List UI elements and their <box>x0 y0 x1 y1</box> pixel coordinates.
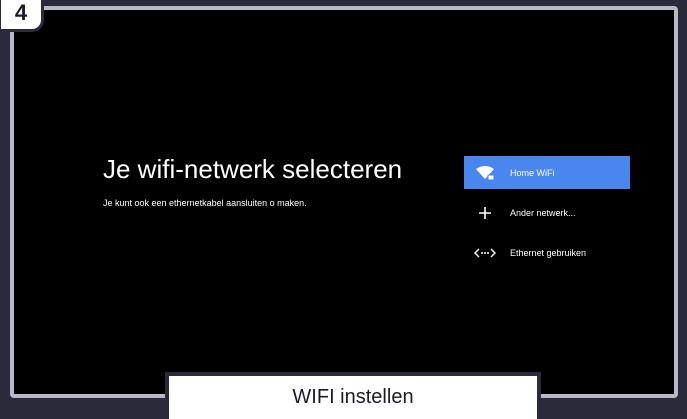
network-item-other[interactable]: Ander netwerk... <box>464 196 630 229</box>
tv-screen: Je wifi-netwerk selecteren Je kunt ook e… <box>10 6 678 398</box>
network-list: Home WiFi Ander netwerk... Ethernet gebr… <box>464 156 630 276</box>
network-item-label: Ethernet gebruiken <box>510 247 587 258</box>
page-title: Je wifi-netwerk selecteren <box>103 154 403 184</box>
ethernet-icon <box>474 245 496 261</box>
wifi-lock-icon <box>474 165 496 181</box>
plus-icon <box>474 205 496 221</box>
tutorial-frame: Je wifi-netwerk selecteren Je kunt ook e… <box>0 0 687 419</box>
page-subtitle: Je kunt ook een ethernetkabel aansluiten… <box>103 198 307 208</box>
step-badge: 4 <box>0 0 44 32</box>
network-item-home-wifi[interactable]: Home WiFi <box>464 156 630 189</box>
network-item-label: Home WiFi <box>510 167 555 178</box>
network-item-ethernet[interactable]: Ethernet gebruiken <box>464 236 630 269</box>
step-caption: WIFI instellen <box>165 372 541 419</box>
network-item-label: Ander netwerk... <box>510 207 576 218</box>
